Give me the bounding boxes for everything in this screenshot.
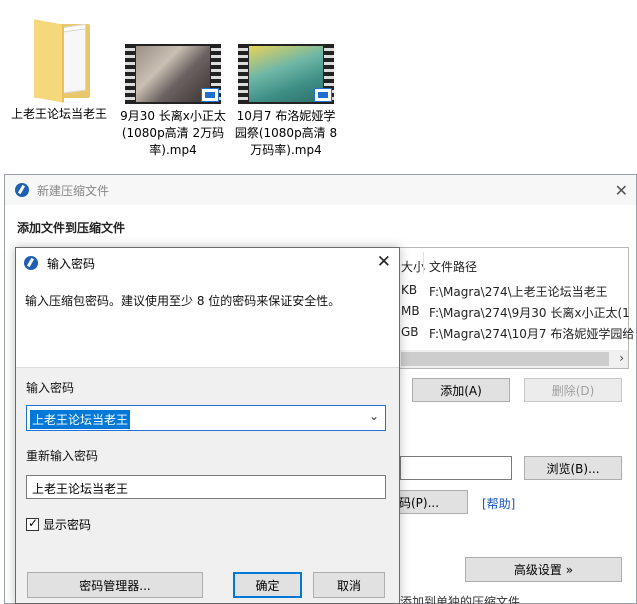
advanced-settings-button[interactable]: 高级设置 »: [465, 557, 622, 582]
file-label: 上老王论坛当老王: [10, 107, 107, 121]
row-size: KB: [401, 283, 418, 297]
dialog-title: 输入密码: [47, 256, 96, 271]
video-file-icon: [125, 44, 221, 104]
password-hint: 输入压缩包密码。建议使用至少 8 位的密码来保证安全性。: [25, 294, 341, 308]
video-file-icon: [238, 44, 334, 104]
confirm-password-input[interactable]: 上老王论坛当老王: [26, 475, 386, 499]
password-combobox[interactable]: 上老王论坛当老王 ⌄: [26, 405, 386, 431]
desktop-folder[interactable]: 上老王论坛当老王: [4, 18, 114, 123]
checkbox-checked-icon[interactable]: [26, 516, 39, 531]
password-manager-button[interactable]: 密码管理器...: [27, 572, 203, 598]
chevron-down-icon[interactable]: ⌄: [369, 409, 379, 423]
row-path: F:\Magra\274\上老王论坛当老王: [429, 285, 608, 299]
window-titlebar: 新建压缩文件: [5, 175, 636, 205]
scrollbar-thumb[interactable]: [401, 352, 609, 366]
password-value[interactable]: 上老王论坛当老王: [30, 410, 131, 429]
confirm-password-value: 上老王论坛当老王: [32, 482, 129, 496]
help-link[interactable]: [帮助]: [482, 495, 515, 512]
archive-path-input[interactable]: [400, 456, 512, 480]
column-header-path[interactable]: 文件路径: [429, 258, 477, 275]
show-password-checkbox[interactable]: 显示密码: [26, 516, 91, 533]
app-logo-icon: [15, 183, 29, 197]
row-size: MB: [401, 304, 420, 318]
delete-button[interactable]: 删除(D): [524, 378, 622, 402]
row-path: F:\Magra\274\10月7 布洛妮娅学园给: [429, 327, 635, 341]
row-path: F:\Magra\274\9月30 长离x小正太(1: [429, 306, 630, 320]
section-heading: 添加文件到压缩文件: [17, 221, 126, 235]
close-icon[interactable]: ✕: [615, 181, 628, 200]
show-password-label: 显示密码: [43, 518, 92, 532]
file-label: 9月30 长离x小正太(1080p高清 2万码率).mp4: [120, 109, 226, 157]
app-logo-icon: [24, 256, 38, 270]
file-label: 10月7 布洛妮娅学园祭(1080p高清 8万码率).mp4: [234, 109, 338, 157]
password-label: 输入密码: [26, 381, 75, 395]
hint-panel: 输入压缩包密码。建议使用至少 8 位的密码来保证安全性。: [16, 278, 399, 368]
desktop-video-file[interactable]: 9月30 长离x小正太(1080p高清 2万码率).mp4: [118, 18, 228, 159]
confirm-password-label: 重新输入密码: [26, 449, 99, 463]
add-button[interactable]: 添加(A): [412, 378, 510, 402]
folder-icon: [26, 18, 92, 103]
dialog-titlebar: 输入密码 ✕: [16, 248, 399, 278]
browse-button[interactable]: 浏览(B)...: [524, 456, 622, 480]
chevron-right-icon[interactable]: ›: [619, 351, 624, 365]
ok-button[interactable]: 确定: [233, 572, 302, 598]
column-header-size[interactable]: 大小: [401, 258, 425, 275]
cancel-button[interactable]: 取消: [313, 572, 385, 598]
separate-archive-option[interactable]: 添加到单独的压缩文件: [400, 593, 520, 604]
row-size: GB: [401, 325, 419, 339]
close-icon[interactable]: ✕: [377, 252, 391, 272]
desktop-video-file[interactable]: 10月7 布洛妮娅学园祭(1080p高清 8万码率).mp4: [231, 18, 341, 159]
window-title: 新建压缩文件: [37, 183, 110, 198]
password-dialog: 输入密码 ✕ 输入压缩包密码。建议使用至少 8 位的密码来保证安全性。 输入密码…: [15, 247, 400, 604]
